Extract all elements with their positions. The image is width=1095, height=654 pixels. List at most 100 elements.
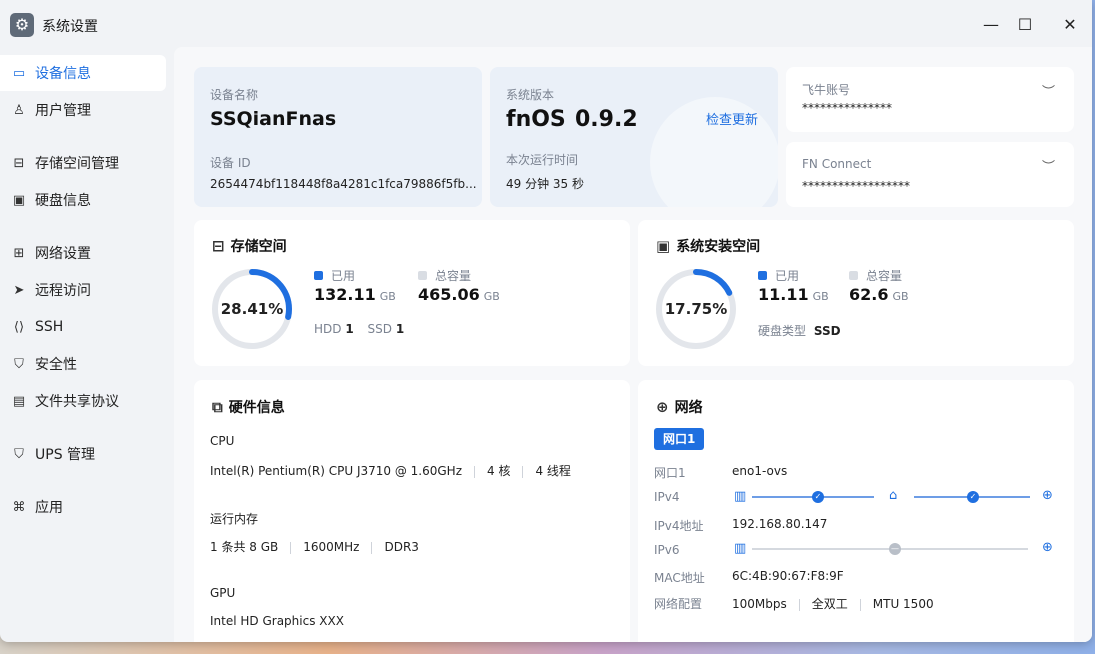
disk-type-label: 硬盘类型 xyxy=(758,324,807,338)
settings-window: ⚙ 系统设置 — ☐ ✕ ▭ 设备信息 ♙ 用户管理 ⊟ 存储空间管理 ▣ 硬盘… xyxy=(0,0,1092,642)
port-label: 网口1 xyxy=(654,466,686,480)
cpu-cores: 4 核 xyxy=(487,464,511,478)
device-id-label: 设备 ID xyxy=(210,156,251,170)
maximize-button[interactable]: ☐ xyxy=(1012,12,1038,38)
tab-port-1[interactable]: 网口1 xyxy=(654,428,705,450)
storage-usage-ring: 28.41% xyxy=(210,267,294,351)
system-disk-total-value: 62.6 GB xyxy=(849,285,909,304)
globe-icon: ⊕ xyxy=(656,398,669,416)
system-version-label: 系统版本 xyxy=(506,88,555,102)
hardware-icon: ⧉ xyxy=(212,398,223,416)
mac-address: 6C:4B:90:67:F8:9F xyxy=(732,569,844,583)
total-swatch xyxy=(849,271,858,280)
sidebar-item-file-sharing[interactable]: ▤ 文件共享协议 xyxy=(0,383,166,419)
system-disk-card: ▣ 系统安装空间 17.75% 已用 11.11 GB 总容量 62.6 GB … xyxy=(638,220,1074,366)
sidebar-item-label: 文件共享协议 xyxy=(35,394,119,410)
inactive-node-icon: — xyxy=(889,543,901,555)
minimize-button[interactable]: — xyxy=(978,12,1004,38)
duplex-mode: 全双工 xyxy=(811,597,848,611)
sidebar-item-label: 网络设置 xyxy=(35,246,91,262)
sidebar-item-security[interactable]: ⛉ 安全性 xyxy=(0,346,166,382)
system-disk-used-value: 11.11 GB xyxy=(758,285,829,304)
network-card: ⊕ 网络 网口1 网口1 eno1-ovs IPv4 ▥ ✓ ⌂ ✓ ⊕ IPv… xyxy=(638,380,1074,642)
fn-connect-value: ****************** xyxy=(802,179,910,193)
cpu-label: CPU xyxy=(210,434,235,448)
storage-title-text: 存储空间 xyxy=(230,239,287,255)
mac-label: MAC地址 xyxy=(654,571,705,585)
close-button[interactable]: ✕ xyxy=(1057,12,1083,38)
sidebar-item-label: 安全性 xyxy=(35,357,77,373)
file-icon: ▤ xyxy=(12,393,26,409)
memory-details: 1 条共 8 GB 1600MHz DDR3 xyxy=(210,538,419,555)
storage-used-legend: 已用 xyxy=(314,267,355,284)
total-number: 62.6 xyxy=(849,285,889,304)
hardware-title-text: 硬件信息 xyxy=(228,400,285,416)
cpu-details: Intel(R) Pentium(R) CPU J3710 @ 1.60GHz 4… xyxy=(210,462,571,479)
hardware-title: ⧉ 硬件信息 xyxy=(212,397,285,417)
storage-card: ⊟ 存储空间 28.41% 已用 132.11 GB 总容量 465.06 GB… xyxy=(194,220,630,366)
used-swatch xyxy=(314,271,323,280)
network-config-label: 网络配置 xyxy=(654,597,703,611)
hide-eye-icon[interactable]: ︶ xyxy=(1042,156,1055,175)
sidebar-item-label: 应用 xyxy=(35,500,63,516)
memory-size: 1 条共 8 GB xyxy=(210,540,279,554)
cpu-model: Intel(R) Pentium(R) CPU J3710 @ 1.60GHz xyxy=(210,464,462,478)
total-unit: GB xyxy=(483,290,500,303)
uptime-label: 本次运行时间 xyxy=(506,153,579,167)
hardware-card: ⧉ 硬件信息 CPU Intel(R) Pentium(R) CPU J3710… xyxy=(194,380,630,642)
window-title: 系统设置 xyxy=(42,19,98,35)
device-id: 2654474bf118448f8a4281c1fca79886f5fb... xyxy=(210,177,477,191)
feishu-account-value: *************** xyxy=(802,101,892,115)
storage-total-value: 465.06 GB xyxy=(418,285,500,304)
device-card: 设备名称 SSQianFnas 设备 ID 2654474bf118448f8a… xyxy=(194,67,482,207)
sidebar-item-ups[interactable]: ⛉ UPS 管理 xyxy=(0,436,166,472)
storage-total-legend: 总容量 xyxy=(418,267,471,284)
sidebar-item-device-info[interactable]: ▭ 设备信息 xyxy=(0,55,166,91)
title-bar: ⚙ 系统设置 — ☐ ✕ xyxy=(0,0,1092,50)
sidebar-item-disk-info[interactable]: ▣ 硬盘信息 xyxy=(0,182,166,218)
device-node-icon: ▥ xyxy=(734,489,747,504)
total-number: 465.06 xyxy=(418,285,480,304)
ipv4-label: IPv4 xyxy=(654,490,680,504)
user-icon: ♙ xyxy=(13,102,25,118)
sidebar-item-user-management[interactable]: ♙ 用户管理 xyxy=(0,92,166,128)
gpu-model: Intel HD Graphics XXX xyxy=(210,614,344,628)
sidebar-item-network-settings[interactable]: ⊞ 网络设置 xyxy=(0,235,166,271)
sidebar-item-remote-access[interactable]: ➤ 远程访问 xyxy=(0,272,166,308)
check-update-link[interactable]: 检查更新 xyxy=(706,109,758,128)
sidebar-item-apps[interactable]: ⌘ 应用 xyxy=(0,489,166,525)
disk-icon: ▣ xyxy=(12,192,26,208)
mtu-value: MTU 1500 xyxy=(872,597,934,611)
hide-eye-icon[interactable]: ︶ xyxy=(1042,81,1055,100)
network-title: ⊕ 网络 xyxy=(656,397,703,417)
disk-type: 硬盘类型 SSD xyxy=(758,322,841,339)
sidebar-item-storage-management[interactable]: ⊟ 存储空间管理 xyxy=(0,145,166,181)
storage-icon: ⊟ xyxy=(212,237,225,255)
sidebar-item-ssh[interactable]: ⟨⟩ SSH xyxy=(0,309,166,345)
system-disk-title: ▣ 系统安装空间 xyxy=(656,236,760,256)
used-number: 11.11 xyxy=(758,285,809,304)
fn-connect-card: FN Connect ****************** ︶ xyxy=(786,142,1074,207)
used-unit: GB xyxy=(379,290,396,303)
globe-icon: ⊕ xyxy=(1042,540,1053,555)
used-swatch xyxy=(758,271,767,280)
os-name: fnOS xyxy=(506,107,566,132)
storage-percent: 28.41% xyxy=(220,300,284,318)
device-name: SSQianFnas xyxy=(210,108,337,130)
network-title-text: 网络 xyxy=(674,400,703,416)
shield-icon: ⛉ xyxy=(14,356,24,372)
uptime-value: 49 分钟 35 秒 xyxy=(506,177,584,191)
check-icon: ✓ xyxy=(812,491,824,503)
ipv6-label: IPv6 xyxy=(654,543,680,557)
system-disk-total-legend: 总容量 xyxy=(849,267,902,284)
sidebar-item-label: UPS 管理 xyxy=(35,447,96,463)
used-label: 已用 xyxy=(331,269,356,283)
device-node-icon: ▥ xyxy=(734,541,747,556)
network-icon: ⊞ xyxy=(13,245,25,261)
sidebar-item-label: 用户管理 xyxy=(35,103,91,119)
system-disk-title-text: 系统安装空间 xyxy=(676,239,761,255)
os-version: 0.9.2 xyxy=(575,107,638,132)
network-config: 100Mbps 全双工 MTU 1500 xyxy=(732,595,934,612)
system-disk-used-legend: 已用 xyxy=(758,267,799,284)
ipv4-address: 192.168.80.147 xyxy=(732,517,828,531)
